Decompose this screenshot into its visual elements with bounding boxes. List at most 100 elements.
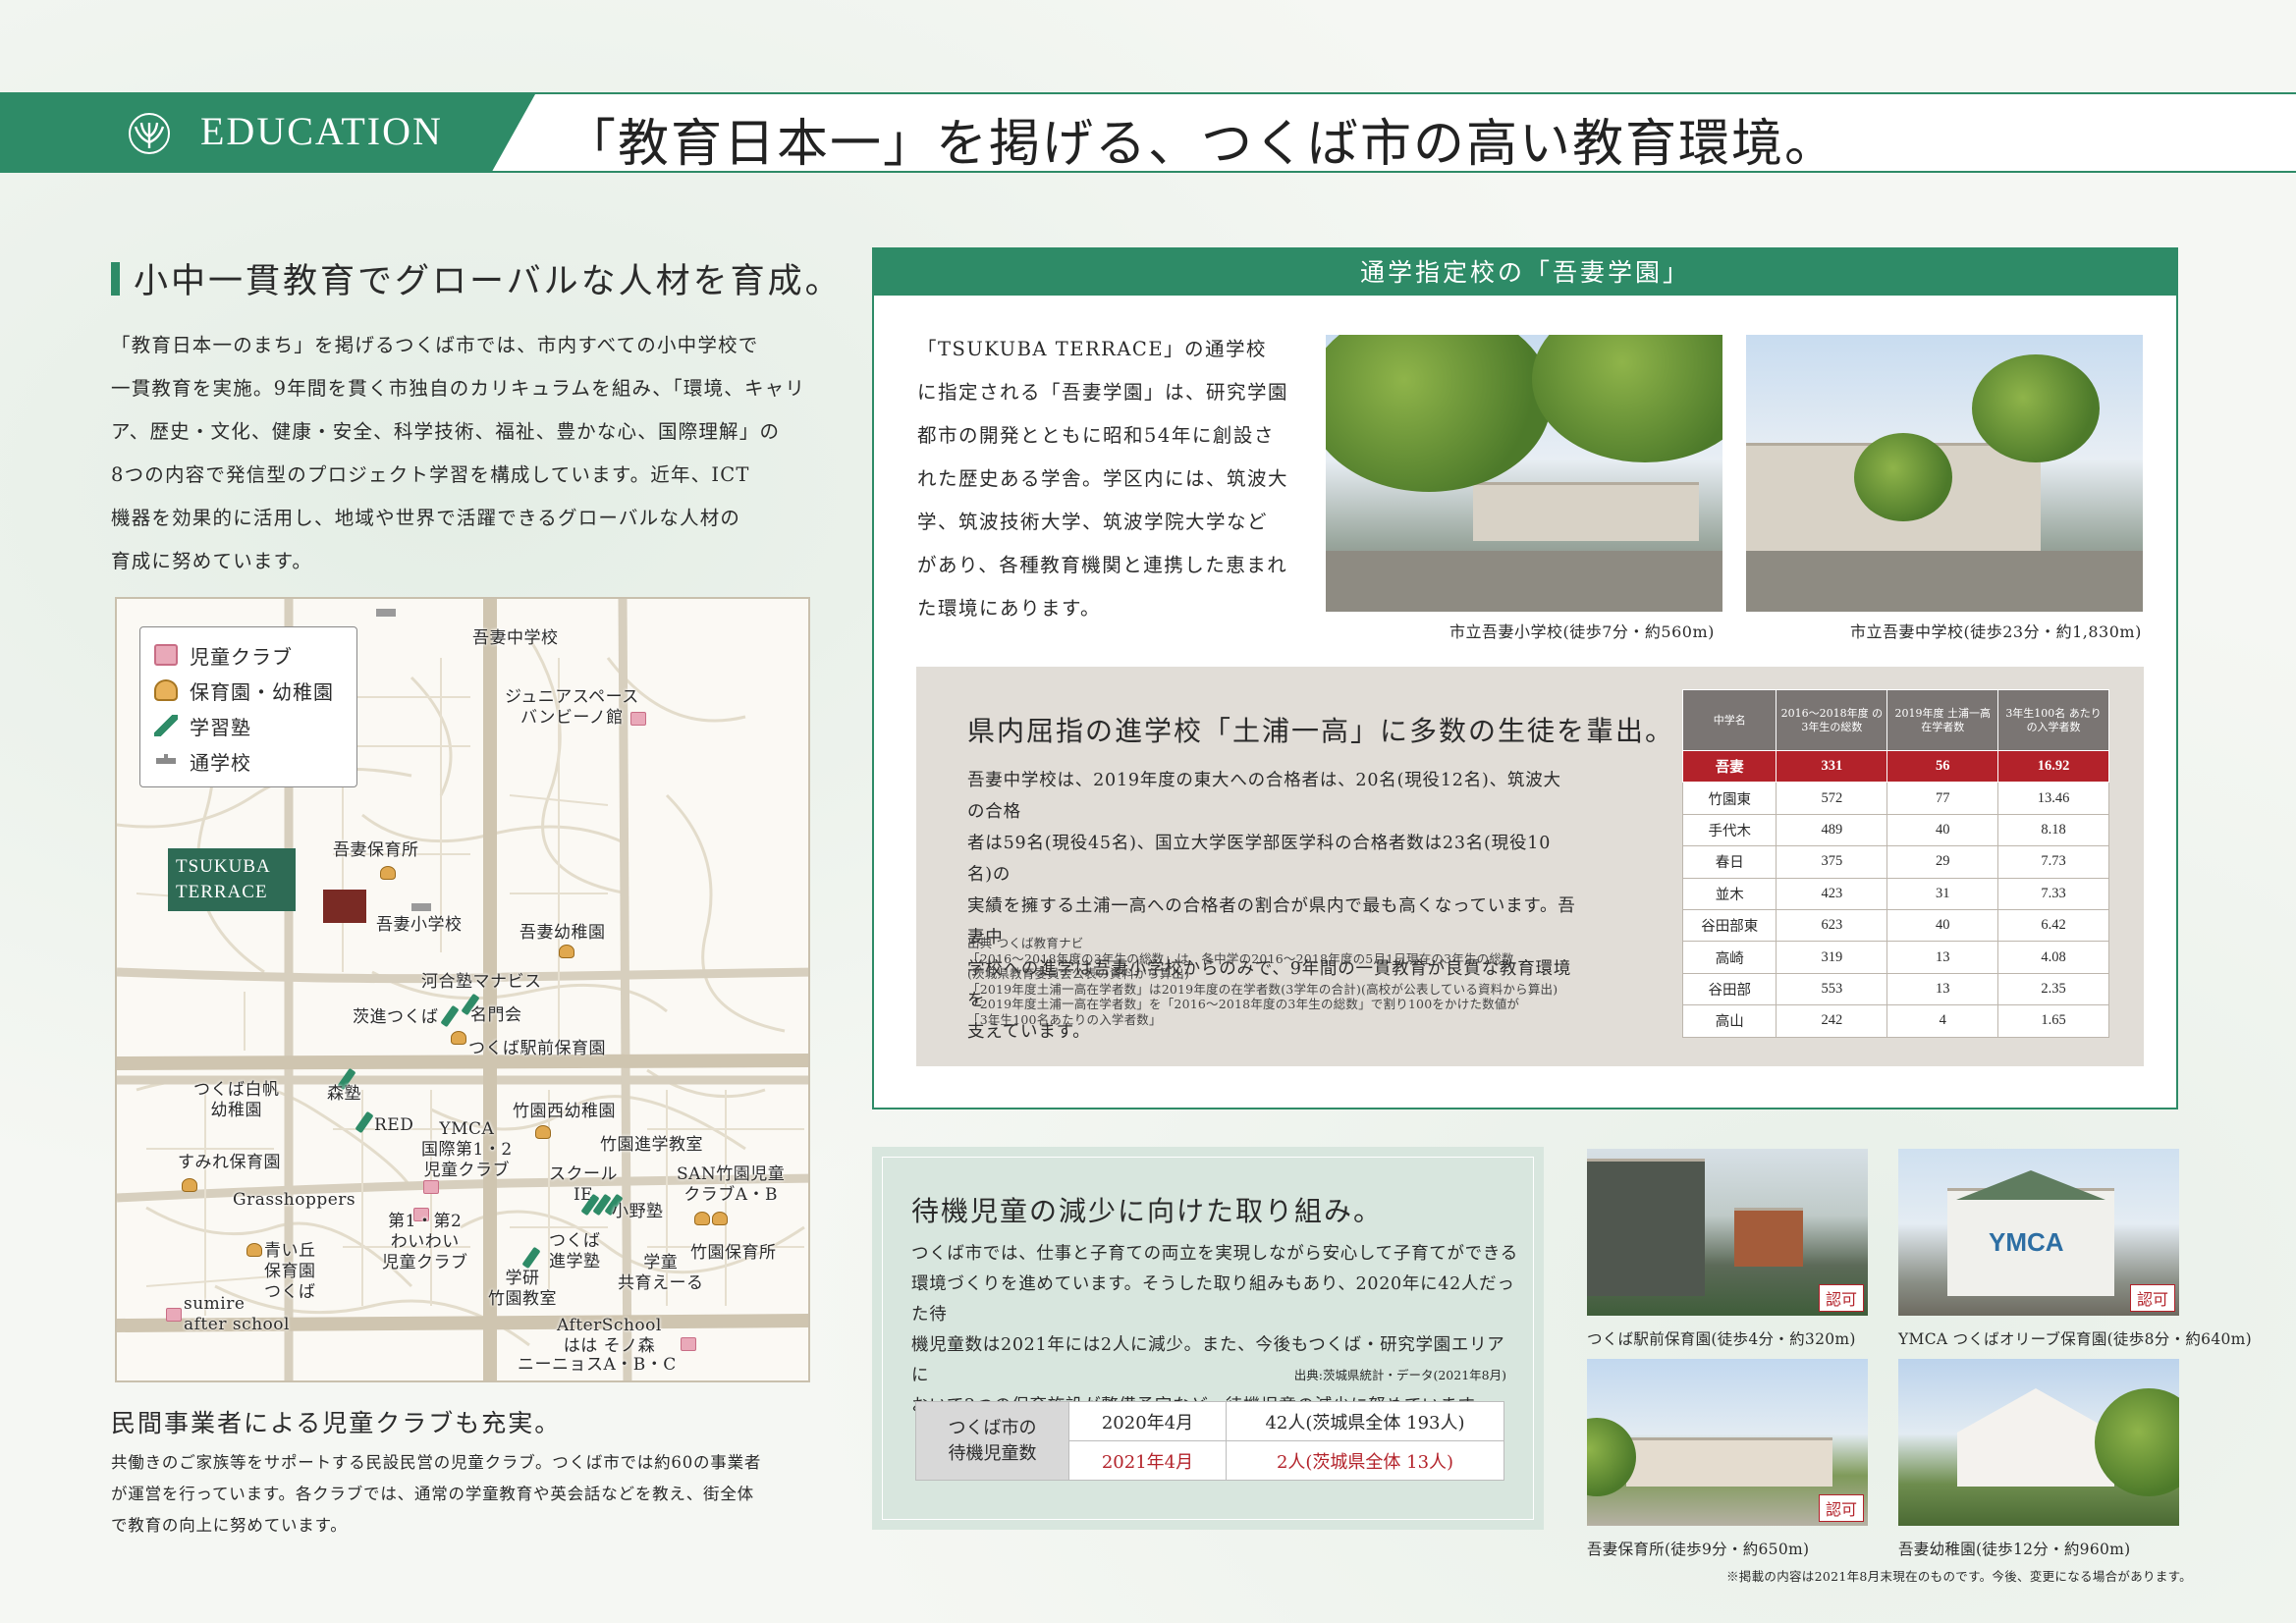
school-icon — [376, 609, 396, 617]
column-header: 3年生100名 あたりの入学者数 — [1997, 689, 2109, 751]
text-line: 都市の開発とともに昭和54年に創設さ — [917, 424, 1275, 447]
table-cell: 2人(茨城県全体 13人) — [1226, 1440, 1504, 1481]
legend-label: 保育園・幼稚園 — [190, 679, 334, 704]
area-map: 児童クラブ 保育園・幼稚園 学習塾 通学校 吾妻中学校 ジュニアスペース バンビー… — [115, 597, 810, 1382]
text-line: に指定される「吾妻学園」は、研究学園 — [917, 381, 1289, 404]
licensed-badge: 認可 — [1818, 1494, 1864, 1522]
table-row: 谷田部東 623 40 6.42 — [1681, 908, 2109, 943]
tsuchiura-stats-box: 県内屈指の進学校「土浦一高」に多数の生徒を輩出。 吾妻中学校は、2019年度の東… — [916, 667, 2144, 1066]
stats-source-note: 出典 つくば教育ナビ 「2016〜2018年度の3年生の総数」は、各中学の201… — [967, 936, 1576, 1027]
map-label-ibashin: 茨進つくば — [353, 1007, 439, 1027]
column-header: 中学名 — [1681, 689, 1777, 751]
map-label-azuma-kg: 吾妻幼稚園 — [519, 923, 606, 943]
text-line: 一貫教育を実施。9年間を貫く市独自のカリキュラムを組み、「環境、キャリ — [111, 377, 806, 400]
property-location-marker — [323, 890, 366, 923]
facility-caption: YMCA つくばオリーブ保育園(徒歩8分・約640m) — [1898, 1330, 2252, 1348]
left-section-title-text: 小中一貫教育でグローバルな人材を育成。 — [134, 262, 843, 301]
table-row: 春日 375 29 7.73 — [1681, 845, 2109, 879]
map-label-nineos: ニーニョスA・B・C — [518, 1355, 677, 1375]
left-section-title: 小中一貫教育でグローバルな人材を育成。 — [111, 253, 843, 303]
map-label-azuma-jhs: 吾妻中学校 — [472, 628, 559, 648]
left-intro-text: 「教育日本一のまち」を掲げるつくば市では、市内すべての小中学校で 一貫教育を実施… — [111, 324, 818, 583]
table-header-row: 中学名 2016〜2018年度 の3年生の総数 2019年度 土浦一高在学者数 … — [1681, 689, 2109, 751]
cram-school-icon — [154, 715, 178, 736]
text-line: 「3年生100名あたりの入学者数」 — [967, 1011, 1162, 1027]
text-line: 学、筑波技術大学、筑波学院大学など — [917, 511, 1269, 533]
nursery-icon — [694, 1212, 710, 1225]
table-row: つくば市の 待機児童数 2020年4月 42人(茨城県全体 193人) — [915, 1401, 1504, 1481]
table-cell: 42人(茨城県全体 193人) — [1226, 1401, 1504, 1441]
map-label-grasshoppers: Grasshoppers — [233, 1190, 356, 1210]
table-row: 並木 423 31 7.33 — [1681, 877, 2109, 910]
nursery-icon — [559, 945, 574, 958]
header-band: EDUCATION 「教育日本一」を掲げる、つくば市の高い教育環境。 — [0, 92, 2296, 174]
section-tag-label: EDUCATION — [200, 109, 443, 153]
table-cell: 2020年4月 — [1068, 1401, 1227, 1441]
text-line: 機器を効果的に活用し、地域や世界で活躍できるグローバルな人材の — [111, 507, 741, 529]
text-line: 共働きのご家族等をサポートする民設民営の児童クラブ。つくば市では約60の事業者 — [111, 1453, 762, 1472]
map-label-shiraho: つくば白帆 幼稚園 — [193, 1080, 280, 1120]
legend-item: 学習塾 — [154, 708, 343, 743]
kids-club-title: 民間事業者による児童クラブも充実。 — [111, 1409, 562, 1437]
ymca-nursery-photo: YMCA 認可 — [1898, 1149, 2179, 1316]
admission-table: 中学名 2016〜2018年度 の3年生の総数 2019年度 土浦一高在学者数 … — [1681, 689, 2109, 1038]
table-row: 高崎 319 13 4.08 — [1681, 941, 2109, 974]
text-line: 「2019年度土浦一高在学者数」を「2016〜2018年度の3年生の総数」で割り… — [967, 997, 1520, 1011]
map-label-tsukuba-shingaku: つくば 進学塾 — [549, 1231, 601, 1271]
nursery-icon — [451, 1031, 466, 1045]
stats-title: 県内屈指の進学校「土浦一高」に多数の生徒を輩出。 — [967, 715, 1675, 747]
nursery-icon — [154, 679, 178, 701]
map-label-azuma-nursery: 吾妻保育所 — [333, 840, 419, 860]
text-line: 「2019年度土浦一高在学者数」は2019年度の在学者数(3学年の合計)(高校が… — [967, 981, 1558, 997]
text-line: 「TSUKUBA TERRACE」の通学校 — [917, 338, 1268, 360]
map-label-red: RED — [374, 1115, 414, 1135]
table-row: 手代木 489 40 8.18 — [1681, 813, 2109, 847]
map-label-morijuku: 森塾 — [327, 1084, 361, 1104]
waiting-children-text: つくば市では、仕事と子育ての両立を実現しながら安心して子育てができる 環境づくり… — [911, 1239, 1520, 1422]
elementary-school-photo — [1326, 335, 1722, 612]
map-label-afterschool: AfterSchool はは そノ森 — [557, 1316, 662, 1356]
legend-item: 保育園・幼稚園 — [154, 673, 343, 708]
table-row: 高山 242 4 1.65 — [1681, 1004, 2109, 1038]
footnote: ※掲載の内容は2021年8月末現在のものです。今後、変更になる場合があります。 — [1726, 1569, 2192, 1584]
panel-intro-text: 「TSUKUBA TERRACE」の通学校 に指定される「吾妻学園」は、研究学園… — [917, 328, 1310, 630]
text-line: 育成に努めています。 — [111, 550, 313, 572]
nursery-icon — [182, 1178, 197, 1192]
nursery-icon — [246, 1243, 262, 1257]
map-label-waiwai: 第1・第2 わいわい 児童クラブ — [382, 1212, 468, 1272]
nursery-icon — [535, 1125, 551, 1139]
text-line: ア、歴史・文化、健康・安全、科学技術、福祉、豊かな心、国際理解」の — [111, 420, 781, 443]
map-label-takezono-kg: 竹園西幼稚園 — [513, 1102, 616, 1121]
school-icon — [411, 903, 431, 911]
legend-item: 通学校 — [154, 743, 343, 779]
table-row: 竹園東 572 77 13.46 — [1681, 782, 2109, 815]
table-row: 谷田部 553 13 2.35 — [1681, 972, 2109, 1006]
legend-label: 通学校 — [190, 750, 251, 775]
map-label-sumire-after: sumire after school — [184, 1294, 290, 1334]
map-label-san: SAN竹園児童 クラブA・B — [677, 1164, 786, 1205]
map-label-junior-space: ジュニアスペース バンビーノ館 — [505, 687, 639, 728]
azuma-kindergarten-photo — [1898, 1359, 2179, 1526]
text-line: 吾妻中学校は、2019年度の東大への合格者は、20名(現役12名)、筑波大の合格 — [967, 771, 1561, 822]
ymca-sign: YMCA — [1989, 1227, 2064, 1257]
text-line: 「教育日本一のまち」を掲げるつくば市では、市内すべての小中学校で — [111, 334, 759, 356]
column-header: 2016〜2018年度 の3年生の総数 — [1776, 689, 1888, 751]
kids-club-icon — [423, 1180, 439, 1194]
kids-club-icon — [681, 1337, 696, 1351]
map-label-takezono-hoiku: 竹園保育所 — [690, 1243, 777, 1263]
map-label-station-nursery: つくば駅前保育園 — [468, 1039, 606, 1058]
table-cell: 2021年4月 — [1068, 1440, 1227, 1481]
map-label-gakken: 学研 竹園教室 — [488, 1269, 557, 1309]
text-line: 環境づくりを進めています。そうした取り組みもあり、2020年に42人だった待 — [911, 1274, 1515, 1325]
text-line: 出典 つくば教育ナビ — [967, 936, 1084, 950]
licensed-badge: 認可 — [2129, 1284, 2175, 1312]
legend-label: 児童クラブ — [190, 644, 293, 669]
map-label-azuma-es: 吾妻小学校 — [376, 915, 463, 935]
map-label-takezono-shingaku: 竹園進学教室 — [600, 1135, 703, 1155]
kids-club-icon — [154, 644, 178, 666]
title-accent-bar — [111, 261, 120, 296]
text-line: 8つの内容で発信型のプロジェクト学習を構成しています。近年、ICT — [111, 463, 750, 486]
station-nursery-photo: 認可 — [1587, 1149, 1868, 1316]
waiting-children-source: 出典:茨城県統計・データ(2021年8月) — [1293, 1368, 1506, 1382]
text-line: が運営を行っています。各クラブでは、通常の学童教育や英会話などを教え、街全体 — [111, 1485, 754, 1503]
